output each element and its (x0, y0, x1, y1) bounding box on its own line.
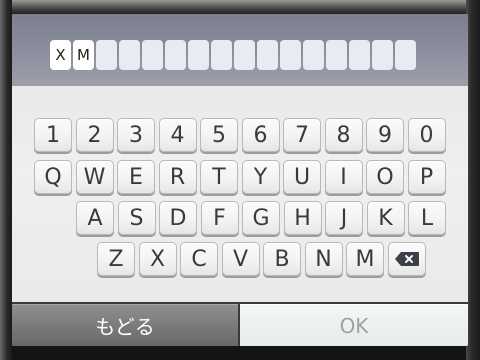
entered-character: M (73, 40, 94, 70)
key-x[interactable]: X (138, 242, 177, 276)
key-h[interactable]: H (283, 201, 322, 235)
empty-character-slot (234, 40, 255, 70)
key-a[interactable]: A (76, 201, 114, 235)
ok-button[interactable]: OK (240, 304, 468, 346)
key-u[interactable]: U (283, 160, 321, 194)
empty-character-slot (280, 40, 301, 70)
empty-character-slot (188, 40, 209, 70)
key-o[interactable]: O (366, 160, 404, 194)
text-entry-field[interactable]: XM (50, 40, 416, 70)
key-0[interactable]: 0 (407, 118, 446, 152)
text-entry-panel: XM (12, 14, 468, 86)
key-2[interactable]: 2 (75, 118, 114, 152)
key-s[interactable]: S (117, 201, 156, 235)
key-g[interactable]: G (242, 201, 280, 235)
empty-character-slot (96, 40, 117, 70)
key-r[interactable]: R (158, 160, 197, 194)
empty-character-slot (326, 40, 347, 70)
backspace-icon (394, 251, 420, 267)
key-i[interactable]: I (324, 160, 363, 194)
key-c[interactable]: C (180, 242, 218, 276)
key-z[interactable]: Z (97, 242, 135, 276)
key-l[interactable]: L (408, 201, 446, 235)
key-5[interactable]: 5 (200, 118, 238, 152)
device-bezel-top (0, 0, 480, 14)
key-m[interactable]: M (346, 242, 384, 276)
key-8[interactable]: 8 (324, 118, 363, 152)
back-button[interactable]: もどる (12, 304, 238, 346)
entered-character: X (50, 40, 71, 70)
key-d[interactable]: D (159, 201, 197, 235)
key-1[interactable]: 1 (34, 118, 72, 152)
device-bezel-left (0, 0, 12, 360)
key-k[interactable]: K (366, 201, 405, 235)
key-b[interactable]: B (263, 242, 301, 276)
key-j[interactable]: J (325, 201, 363, 235)
touch-screen: XM 1234567890QWERTYUIOPASDFGHJKLZXCVBNM … (12, 14, 468, 346)
bottom-action-bar: もどる OK (12, 302, 468, 346)
empty-character-slot (349, 40, 370, 70)
key-4[interactable]: 4 (158, 118, 197, 152)
key-6[interactable]: 6 (241, 118, 280, 152)
key-e[interactable]: E (117, 160, 155, 194)
key-p[interactable]: P (407, 160, 446, 194)
key-n[interactable]: N (304, 242, 343, 276)
key-v[interactable]: V (221, 242, 260, 276)
empty-character-slot (372, 40, 393, 70)
key-3[interactable]: 3 (117, 118, 155, 152)
device-bezel-right (466, 0, 480, 360)
key-f[interactable]: F (200, 201, 239, 235)
empty-character-slot (211, 40, 232, 70)
backspace-key[interactable] (387, 242, 426, 276)
empty-character-slot (395, 40, 416, 70)
keyboard: 1234567890 QWERTYUIOP ASDFGHJKL ZXCVBNM (12, 86, 468, 302)
key-9[interactable]: 9 (366, 118, 404, 152)
empty-character-slot (119, 40, 140, 70)
empty-character-slot (303, 40, 324, 70)
empty-character-slot (165, 40, 186, 70)
key-y[interactable]: Y (241, 160, 280, 194)
key-7[interactable]: 7 (283, 118, 321, 152)
key-q[interactable]: Q (34, 160, 72, 194)
key-w[interactable]: W (75, 160, 114, 194)
empty-character-slot (142, 40, 163, 70)
empty-character-slot (257, 40, 278, 70)
key-t[interactable]: T (200, 160, 238, 194)
